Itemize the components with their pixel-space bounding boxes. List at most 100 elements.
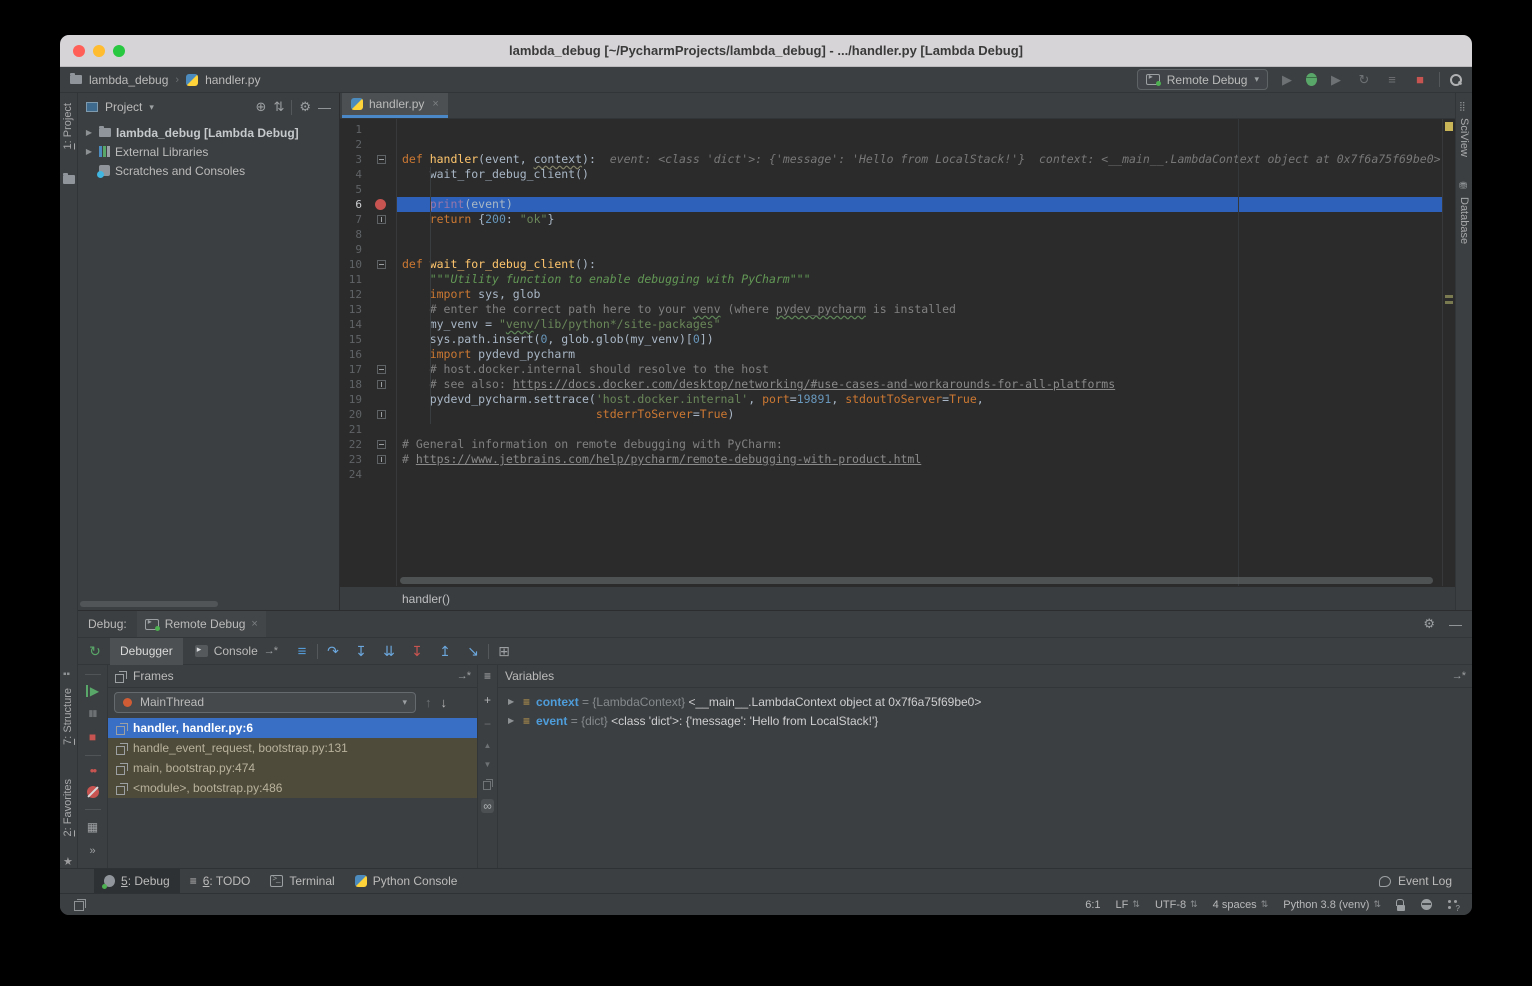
code-line-15[interactable]: 15 sys.path.insert(0, glob.glob(my_venv)… xyxy=(340,332,1455,347)
expand-arrow-icon[interactable]: ▶ xyxy=(84,128,94,137)
code-line-2[interactable]: 2 xyxy=(340,137,1455,152)
code-line-9[interactable]: 9 xyxy=(340,242,1455,257)
tool-button-structure[interactable]: 7: Structure xyxy=(62,688,74,745)
step-out-icon[interactable]: ↥ xyxy=(432,643,458,660)
run-configuration-select[interactable]: Remote Debug ▾ xyxy=(1137,69,1268,90)
line-number[interactable]: 9 xyxy=(340,242,362,257)
fold-start-icon[interactable] xyxy=(377,365,386,374)
stack-frame[interactable]: handler, handler.py:6 xyxy=(108,718,477,738)
project-tree-item[interactable]: ▶lambda_debug [Lambda Debug] xyxy=(78,123,339,142)
line-number[interactable]: 5 xyxy=(340,182,362,197)
gutter-cell[interactable] xyxy=(362,242,396,257)
editor-horizontal-scrollbar[interactable] xyxy=(400,577,1433,584)
evaluate-expression-icon[interactable]: ⊞ xyxy=(491,643,517,660)
thread-selector[interactable]: MainThread ▾ xyxy=(114,692,416,713)
gear-icon[interactable]: ⚙ xyxy=(299,99,311,115)
status-item-python38venv[interactable]: Python 3.8 (venv)⇅ xyxy=(1283,899,1381,911)
line-number[interactable]: 20 xyxy=(340,407,362,422)
code-line-20[interactable]: 20 stderrToServer=True) xyxy=(340,407,1455,422)
gutter-cell[interactable] xyxy=(362,362,396,377)
duplicate-watch-icon[interactable] xyxy=(483,779,493,789)
code-line-1[interactable]: 1 xyxy=(340,122,1455,137)
code-line-6[interactable]: 6 print(event) xyxy=(340,197,1455,212)
error-stripe[interactable] xyxy=(1442,119,1455,586)
show-watches-icon[interactable]: ∞ xyxy=(481,799,494,813)
gutter-cell[interactable] xyxy=(362,332,396,347)
stack-frame[interactable]: handle_event_request, bootstrap.py:131 xyxy=(108,738,477,758)
tool-button-favorites[interactable]: 2: Favorites xyxy=(62,779,74,836)
gutter-cell[interactable] xyxy=(362,317,396,332)
code-line-8[interactable]: 8 xyxy=(340,227,1455,242)
line-number[interactable]: 15 xyxy=(340,332,362,347)
gutter-cell[interactable] xyxy=(362,452,396,467)
status-item-utf8[interactable]: UTF-8⇅ xyxy=(1155,899,1198,911)
gutter-cell[interactable] xyxy=(362,212,396,227)
expand-arrow-icon[interactable]: ▶ xyxy=(84,147,94,156)
expand-arrow-icon[interactable]: ▶ xyxy=(508,716,517,725)
line-number[interactable]: 19 xyxy=(340,392,362,407)
fold-end-icon[interactable] xyxy=(377,455,386,464)
code-editor[interactable]: 123def handler(event, context): event: <… xyxy=(340,119,1455,586)
code-line-22[interactable]: 22# General information on remote debugg… xyxy=(340,437,1455,452)
code-line-16[interactable]: 16 import pydevd_pycharm xyxy=(340,347,1455,362)
tab-debugger[interactable]: Debugger xyxy=(110,638,183,665)
gutter-cell[interactable] xyxy=(362,407,396,422)
inspections-icon[interactable] xyxy=(1421,899,1432,910)
line-number[interactable]: 17 xyxy=(340,362,362,377)
gutter-cell[interactable] xyxy=(362,422,396,437)
search-everywhere-icon[interactable] xyxy=(1450,74,1462,86)
fold-end-icon[interactable] xyxy=(377,410,386,419)
fold-start-icon[interactable] xyxy=(377,155,386,164)
more-actions-icon[interactable]: » xyxy=(89,845,95,857)
gutter-cell[interactable] xyxy=(362,257,396,272)
run-with-configurations-button[interactable]: ≡ xyxy=(1383,72,1401,87)
line-number[interactable]: 16 xyxy=(340,347,362,362)
line-number[interactable]: 3 xyxy=(340,152,362,167)
tool-button-database[interactable]: Database xyxy=(1458,197,1470,244)
variable-row[interactable]: ▶≡event = {dict} <class 'dict'>: {'messa… xyxy=(498,711,1472,730)
status-item-4spaces[interactable]: 4 spaces⇅ xyxy=(1213,899,1269,911)
line-number[interactable]: 11 xyxy=(340,272,362,287)
gutter-cell[interactable] xyxy=(362,287,396,302)
project-horizontal-scrollbar[interactable] xyxy=(80,601,218,607)
update-status-icon[interactable] xyxy=(1447,899,1458,910)
code-line-5[interactable]: 5 xyxy=(340,182,1455,197)
stop-button[interactable]: ■ xyxy=(1411,72,1429,87)
watches-menu-icon[interactable]: ≡ xyxy=(484,669,491,683)
line-number[interactable]: 2 xyxy=(340,137,362,152)
tool-window-switcher-icon[interactable] xyxy=(74,899,86,911)
line-number[interactable]: 6 xyxy=(340,197,362,212)
gutter-cell[interactable] xyxy=(362,167,396,182)
gutter-cell[interactable] xyxy=(362,182,396,197)
code-line-4[interactable]: 4 wait_for_debug_client() xyxy=(340,167,1455,182)
project-tree-item[interactable]: Scratches and Consoles xyxy=(78,161,339,180)
debug-session-tab[interactable]: Remote Debug × xyxy=(137,611,266,637)
zoom-window-button[interactable] xyxy=(113,45,125,57)
fold-start-icon[interactable] xyxy=(377,440,386,449)
tool-window-button-pythonconsole[interactable]: Python Console xyxy=(345,869,468,894)
line-number[interactable]: 1 xyxy=(340,122,362,137)
stack-frame[interactable]: main, bootstrap.py:474 xyxy=(108,758,477,778)
breadcrumb-file[interactable]: handler.py xyxy=(205,73,260,87)
gutter-cell[interactable] xyxy=(362,122,396,137)
gear-icon[interactable]: ⚙ xyxy=(1423,616,1435,632)
code-line-10[interactable]: 10def wait_for_debug_client(): xyxy=(340,257,1455,272)
force-step-into-icon[interactable]: ⇊ xyxy=(376,643,402,660)
collapse-all-icon[interactable]: ⇅ xyxy=(273,99,284,115)
stripe-mark[interactable] xyxy=(1445,301,1453,304)
step-over-icon[interactable]: ↷ xyxy=(320,643,346,660)
breadcrumb-project[interactable]: lambda_debug xyxy=(89,73,168,87)
move-watch-down-icon[interactable]: ▼ xyxy=(484,760,492,769)
code-line-13[interactable]: 13 # enter the correct path here to your… xyxy=(340,302,1455,317)
gutter-cell[interactable] xyxy=(362,272,396,287)
line-number[interactable]: 8 xyxy=(340,227,362,242)
coverage-button[interactable]: ▶ xyxy=(1327,72,1345,88)
line-number[interactable]: 21 xyxy=(340,422,362,437)
view-breakpoints-icon[interactable]: ●● xyxy=(90,766,96,775)
code-line-19[interactable]: 19 pydevd_pycharm.settrace('host.docker.… xyxy=(340,392,1455,407)
project-tree-item[interactable]: ▶External Libraries xyxy=(78,142,339,161)
status-item-61[interactable]: 6:1 xyxy=(1085,899,1100,911)
gutter-cell[interactable] xyxy=(362,152,396,167)
pin-icon[interactable]: →* xyxy=(1452,670,1465,682)
profiler-button[interactable]: ↻ xyxy=(1355,72,1373,88)
